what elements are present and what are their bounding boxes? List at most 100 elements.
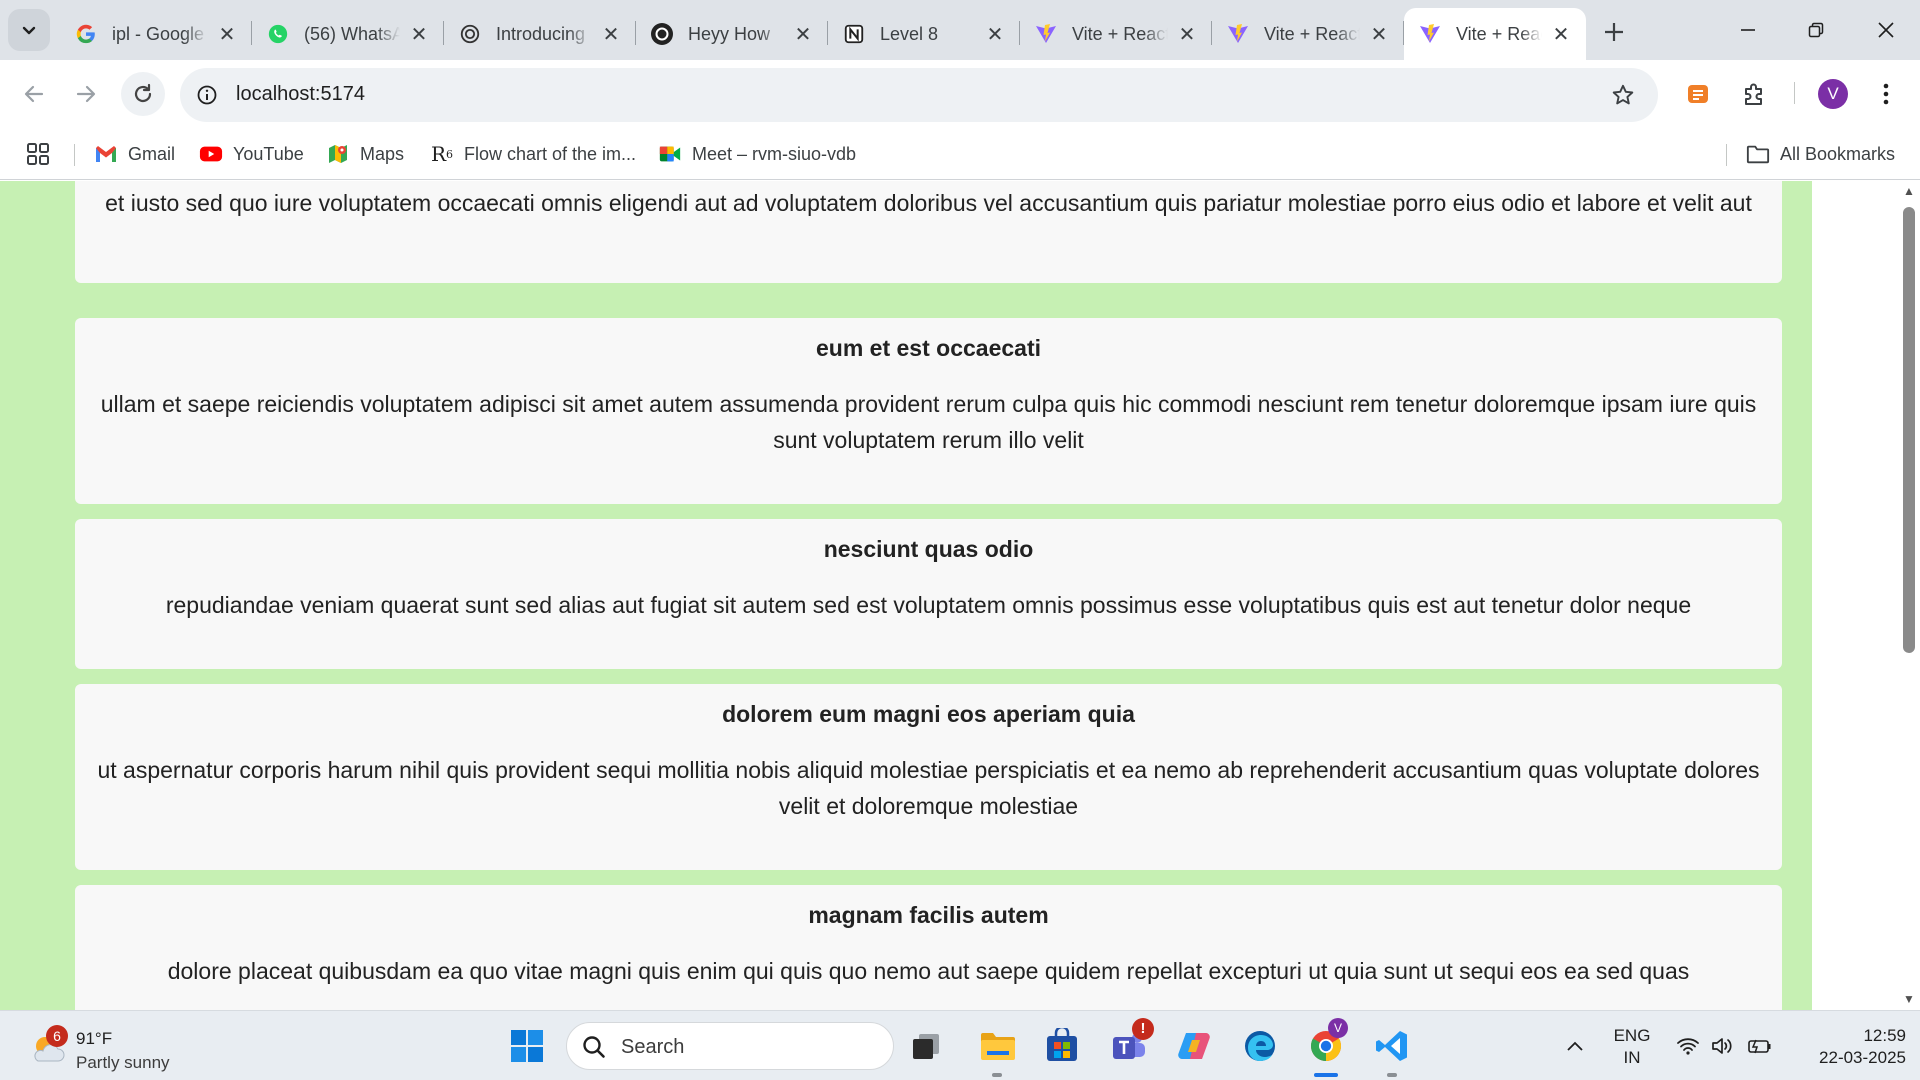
bookmark-maps[interactable]: Maps	[326, 138, 404, 170]
tab-introducing[interactable]: Introducing ✕	[444, 8, 636, 60]
bookmark-youtube[interactable]: YouTube	[199, 138, 304, 170]
restore-icon	[1808, 22, 1824, 38]
tab-list: ipl - Google Search ✕ (56) WhatsApp ✕ In…	[60, 8, 1586, 60]
forward-button[interactable]	[66, 74, 106, 114]
post-body: dolore placeat quibusdam ea quo vitae ma…	[167, 958, 1690, 984]
vertical-scrollbar[interactable]: ▲ ▼	[1898, 181, 1920, 1010]
taskbar-search-box[interactable]: Search	[566, 1022, 894, 1070]
teams-alert-badge: !	[1132, 1018, 1154, 1040]
bookmarks-bar: Gmail YouTube Maps R6 Flow chart of the …	[0, 128, 1920, 180]
clock-time: 12:59	[1863, 1026, 1906, 1045]
edge-button[interactable]	[1238, 1024, 1282, 1068]
input-language[interactable]: ENG IN	[1612, 1025, 1652, 1069]
reload-button[interactable]	[121, 72, 165, 116]
minimize-icon	[1741, 29, 1755, 31]
extension-icon[interactable]	[1682, 78, 1714, 110]
system-clock[interactable]: 12:59 22-03-2025	[1790, 1025, 1906, 1069]
tab-google[interactable]: ipl - Google Search ✕	[60, 8, 252, 60]
bookmarks-divider	[74, 144, 75, 166]
active-app-indicator	[1314, 1073, 1338, 1077]
bookmark-flowchart[interactable]: R6 Flow chart of the im...	[430, 138, 636, 170]
post-card: magnam facilis autem dolore placeat quib…	[75, 885, 1782, 1010]
task-view-icon	[913, 1034, 939, 1059]
all-bookmarks-button[interactable]: All Bookmarks	[1746, 138, 1895, 170]
wifi-icon[interactable]	[1674, 1021, 1702, 1071]
file-explorer-button[interactable]	[976, 1024, 1020, 1068]
new-tab-button[interactable]	[1596, 14, 1632, 50]
restore-button[interactable]	[1782, 0, 1850, 60]
bookmark-meet[interactable]: Meet – rvm-siuo-vdb	[658, 138, 856, 170]
bookmark-star-icon[interactable]	[1608, 80, 1638, 110]
start-button[interactable]	[505, 1024, 549, 1068]
close-window-button[interactable]	[1852, 0, 1920, 60]
chrome-button[interactable]: V	[1304, 1018, 1348, 1068]
tab-whatsapp[interactable]: (56) WhatsApp ✕	[252, 8, 444, 60]
all-bookmarks-label: All Bookmarks	[1780, 143, 1896, 164]
r6-icon: R6	[430, 142, 454, 166]
vite-icon	[1034, 22, 1058, 46]
tab-title: Vite + React	[1456, 23, 1542, 44]
tab-heyy[interactable]: Heyy How ✕	[636, 8, 828, 60]
arrow-right-icon	[76, 85, 96, 103]
scroll-up-arrow-icon[interactable]: ▲	[1903, 185, 1915, 197]
close-icon[interactable]: ✕	[792, 23, 814, 46]
show-hidden-icons-button[interactable]	[1562, 1021, 1588, 1071]
volume-icon[interactable]	[1708, 1021, 1736, 1071]
tab-search-button[interactable]	[8, 9, 50, 51]
windows-logo-icon	[511, 1030, 543, 1062]
apps-grid-icon	[27, 143, 49, 165]
bookmark-gmail[interactable]: Gmail	[94, 138, 175, 170]
tab-level8[interactable]: Level 8 ✕	[828, 8, 1020, 60]
scrollbar-thumb[interactable]	[1903, 207, 1915, 653]
weather-temp: 91°F	[76, 1029, 113, 1048]
microsoft-store-button[interactable]	[1040, 1024, 1084, 1068]
copilot-icon	[1178, 1033, 1210, 1059]
whatsapp-icon	[266, 22, 290, 46]
running-indicator	[1387, 1073, 1397, 1077]
profile-avatar[interactable]: V	[1818, 79, 1848, 109]
back-button[interactable]	[14, 74, 54, 114]
bookmarks-divider	[1726, 144, 1727, 166]
tab-title: ipl - Google Search	[112, 23, 208, 44]
chevron-up-icon	[1567, 1041, 1583, 1051]
post-title: magnam facilis autem	[808, 902, 1049, 928]
copilot-button[interactable]	[1172, 1024, 1216, 1068]
task-view-button[interactable]	[904, 1024, 948, 1068]
battery-icon[interactable]	[1746, 1021, 1774, 1071]
close-icon[interactable]: ✕	[1550, 23, 1572, 46]
browser-toolbar: localhost:5174 V	[0, 60, 1920, 128]
apps-grid-button[interactable]	[26, 138, 50, 170]
url-text[interactable]: localhost:5174	[236, 83, 365, 106]
extensions-puzzle-icon[interactable]	[1738, 78, 1770, 110]
notion-icon	[842, 22, 866, 46]
close-icon[interactable]: ✕	[408, 23, 430, 46]
close-icon[interactable]: ✕	[984, 23, 1006, 46]
windows-taskbar: 6 91°F Partly sunny Search ! V ENG IN 12…	[0, 1010, 1920, 1080]
close-icon[interactable]: ✕	[216, 23, 238, 46]
teams-button[interactable]: !	[1106, 1018, 1154, 1068]
vscode-button[interactable]	[1370, 1024, 1414, 1068]
tab-title: Introducing	[496, 23, 586, 44]
minimize-button[interactable]	[1714, 0, 1782, 60]
vscode-icon	[1376, 1031, 1407, 1061]
address-bar[interactable]: localhost:5174	[180, 68, 1658, 122]
region-code: IN	[1623, 1048, 1641, 1067]
close-icon[interactable]: ✕	[1368, 23, 1390, 46]
tab-vite-2[interactable]: Vite + React ✕	[1212, 8, 1404, 60]
tab-vite-active[interactable]: Vite + React ✕	[1404, 8, 1586, 60]
weather-desc: Partly sunny	[76, 1053, 170, 1072]
close-icon[interactable]: ✕	[1176, 23, 1198, 46]
clock-date: 22-03-2025	[1819, 1048, 1906, 1067]
close-icon[interactable]: ✕	[600, 23, 622, 46]
menu-kebab-icon[interactable]	[1870, 78, 1902, 110]
scroll-down-arrow-icon[interactable]: ▼	[1903, 993, 1915, 1005]
site-info-icon[interactable]	[194, 82, 220, 108]
post-body: et iusto sed quo iure voluptatem occaeca…	[105, 190, 1752, 216]
weather-widget[interactable]: 6 91°F Partly sunny	[24, 1021, 184, 1072]
post-body: ut aspernatur corporis harum nihil quis …	[97, 757, 1760, 819]
tab-title: Heyy How	[688, 23, 771, 44]
tab-vite-1[interactable]: Vite + React ✕	[1020, 8, 1212, 60]
chrome-profile-badge: V	[1328, 1018, 1348, 1038]
tab-title: (56) WhatsApp	[304, 23, 400, 44]
google-icon	[74, 22, 98, 46]
